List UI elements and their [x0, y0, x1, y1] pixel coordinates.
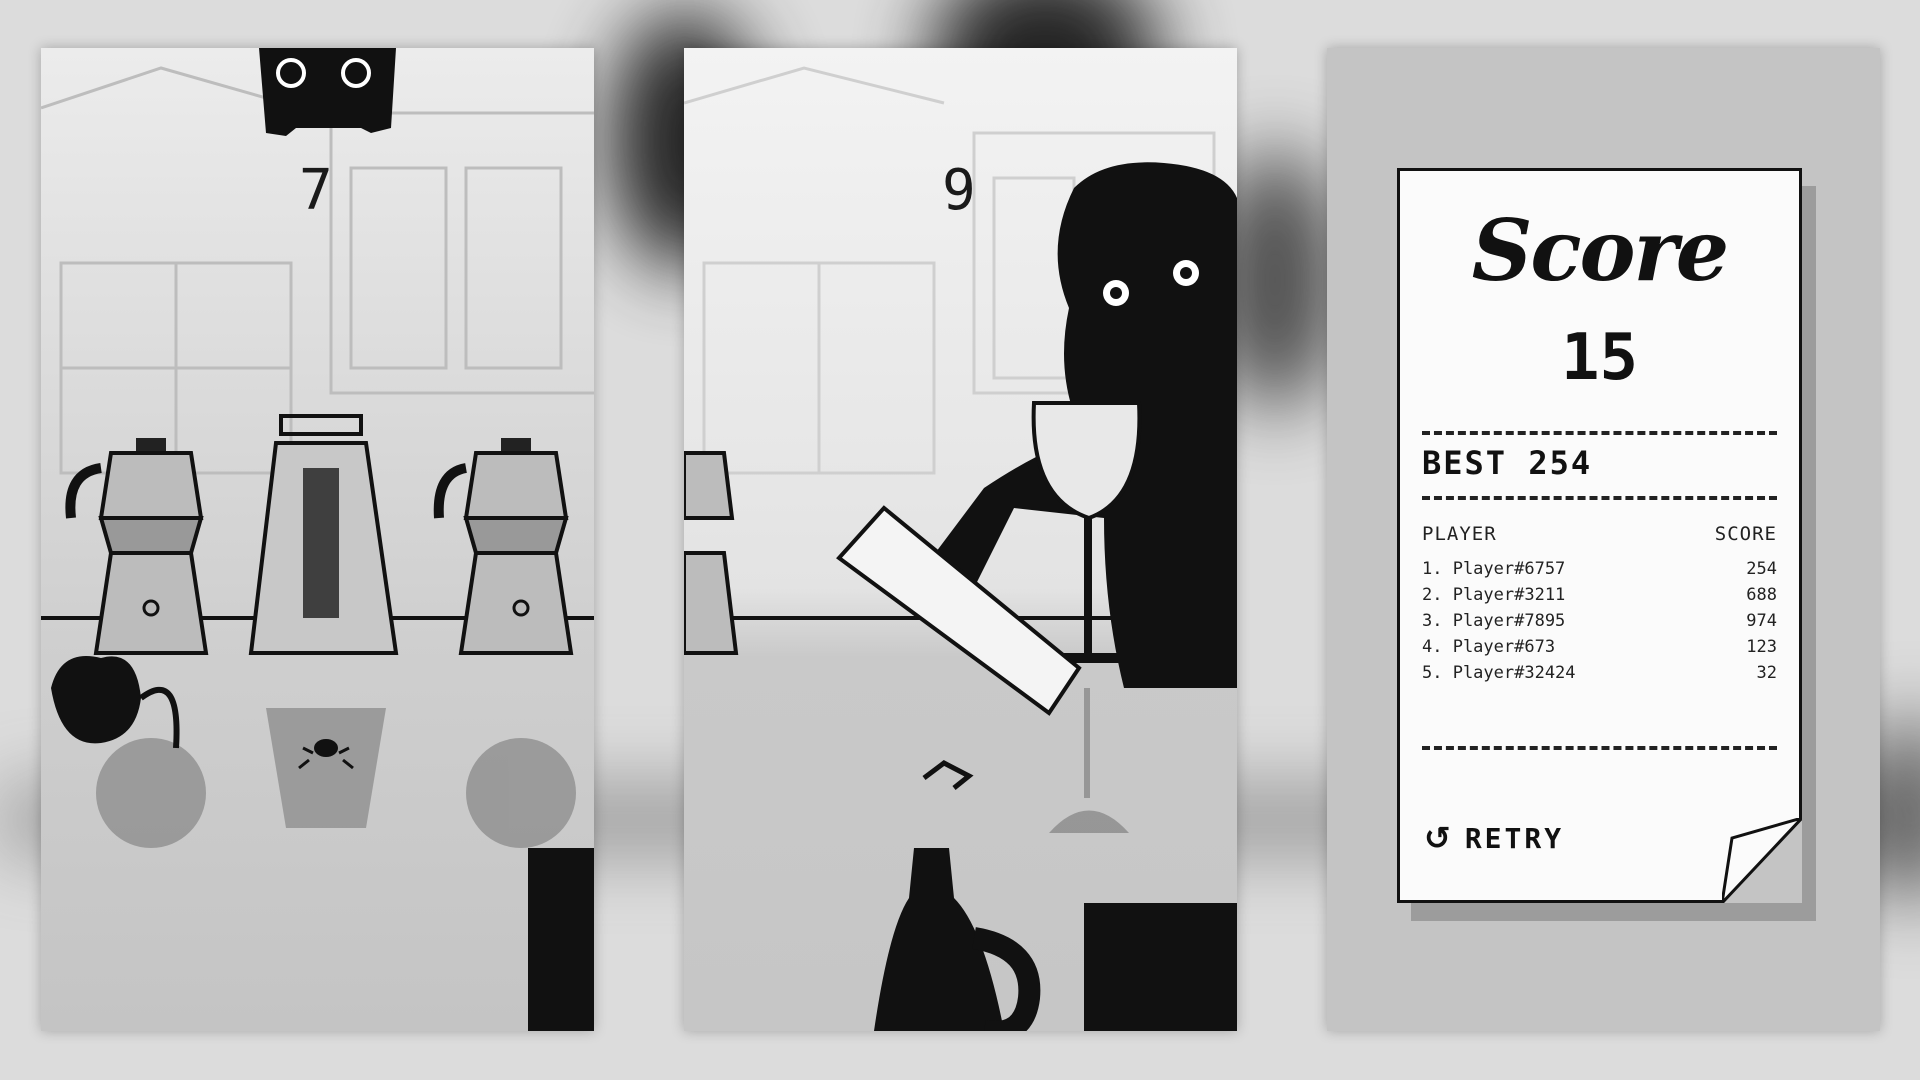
divider — [1422, 496, 1777, 500]
leaderboard-row: 1. Player#6757 254 — [1422, 559, 1777, 585]
gameplay-screen-middle: 9 — [684, 48, 1237, 1031]
small-creature — [922, 760, 974, 790]
gameplay-screen-left: 7 — [41, 48, 594, 1031]
final-score: 15 — [1560, 321, 1639, 395]
retry-arrow-icon: ↺ — [1424, 819, 1451, 857]
page-curl — [1722, 818, 1802, 903]
best-score: BEST 254 — [1422, 444, 1593, 482]
divider — [1422, 746, 1777, 750]
leaderboard-row: 4. Player#673 123 — [1422, 637, 1777, 663]
score-screen: Score 15 BEST 254 PLAYER SCORE 1. Player… — [1327, 48, 1880, 1031]
retry-button[interactable]: ↺ RETRY — [1424, 819, 1564, 857]
score-column-header: SCORE — [1714, 523, 1777, 545]
cheese-grater — [248, 414, 399, 655]
moka-pot-right — [433, 438, 574, 655]
current-score-counter: 7 — [299, 158, 333, 223]
retry-label: RETRY — [1464, 821, 1565, 855]
leaderboard-score: 688 — [1746, 585, 1777, 605]
leaderboard-row: 5. Player#32424 32 — [1422, 663, 1777, 689]
black-cat — [51, 656, 180, 749]
dark-block — [1084, 903, 1237, 1031]
score-title: Score — [1471, 201, 1730, 300]
score-receipt: Score 15 BEST 254 PLAYER SCORE 1. Player… — [1397, 168, 1802, 903]
divider — [1422, 431, 1777, 435]
leaderboard: 1. Player#6757 254 2. Player#3211 688 3.… — [1422, 559, 1777, 689]
bottle-silhouette — [874, 848, 1041, 1031]
moka-pot-partial — [684, 451, 739, 655]
leaderboard-row: 2. Player#3211 688 — [1422, 585, 1777, 611]
leaderboard-score: 974 — [1746, 611, 1777, 631]
peeking-creature — [259, 48, 396, 136]
dark-block — [528, 848, 594, 1031]
leaderboard-player: 2. Player#3211 — [1422, 585, 1566, 605]
leaderboard-row: 3. Player#7895 974 — [1422, 611, 1777, 637]
leaderboard-player: 4. Player#673 — [1422, 637, 1556, 657]
leaderboard-score: 123 — [1746, 637, 1777, 657]
player-column-header: PLAYER — [1422, 523, 1497, 545]
leaderboard-player: 3. Player#7895 — [1422, 611, 1566, 631]
current-score-counter: 9 — [942, 158, 976, 223]
leaderboard-player: 1. Player#6757 — [1422, 559, 1566, 579]
moka-pot-left — [65, 438, 209, 655]
leaderboard-score: 32 — [1756, 663, 1777, 683]
leaderboard-header: PLAYER SCORE — [1422, 523, 1777, 545]
leaderboard-player: 5. Player#32424 — [1422, 663, 1576, 683]
leaderboard-score: 254 — [1746, 559, 1777, 579]
